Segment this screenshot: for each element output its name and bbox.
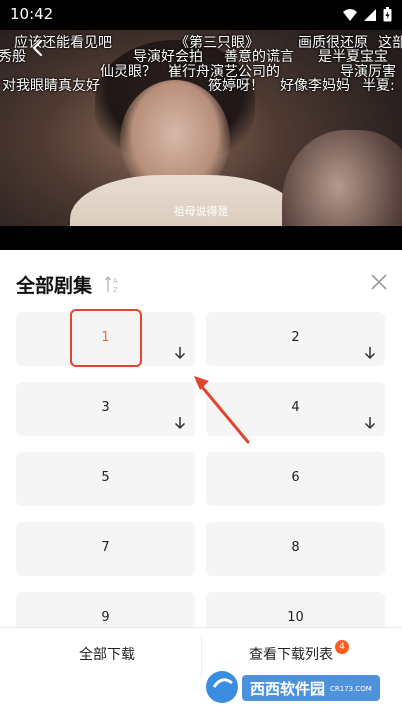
episode-cell[interactable]: 7 [16, 522, 195, 576]
video-bottom-bar [0, 226, 402, 250]
danmaku-item: 对我眼睛真友好 [2, 78, 100, 94]
status-bar: 10:42 [0, 0, 402, 30]
episode-number: 2 [291, 330, 300, 345]
annotation-highlight-box [70, 309, 142, 367]
back-arrow-icon[interactable] [28, 38, 48, 58]
episode-number: 6 [291, 470, 300, 485]
episode-number: 3 [101, 400, 110, 415]
episode-cell[interactable]: 3 [16, 382, 195, 436]
episode-number: 8 [291, 540, 300, 555]
episode-number: 7 [101, 540, 110, 555]
danmaku-item: 半夏: [362, 78, 395, 94]
status-icons [343, 7, 392, 22]
episode-cell[interactable]: 6 [206, 452, 385, 506]
watermark-subtext: CR173.COM [330, 685, 372, 693]
svg-text:Z: Z [113, 286, 118, 294]
danmaku-item: 秀般 [0, 49, 26, 65]
download-icon[interactable] [364, 416, 376, 430]
download-icon[interactable] [364, 346, 376, 360]
episode-cell[interactable]: 2 [206, 312, 385, 366]
danmaku-item: 好像李妈妈 [280, 78, 350, 94]
episode-number: 5 [101, 470, 110, 485]
status-time: 10:42 [10, 5, 54, 23]
close-icon[interactable] [370, 273, 388, 291]
sheet-title: 全部剧集 [16, 275, 93, 297]
view-download-list-button[interactable]: 查看下载列表 [249, 644, 333, 664]
video-subtitle: 祖母说得是 [173, 205, 229, 218]
video-player[interactable]: 应该还能看见吧 《第三只眼》 画质很还原 这部 秀般 导演好会拍 善意的谎言 是… [0, 0, 402, 250]
svg-text:A: A [113, 277, 118, 285]
episode-cell[interactable]: 5 [16, 452, 195, 506]
danmaku-item: 仙灵眼？ [100, 64, 156, 80]
annotation-arrow-icon [194, 376, 250, 444]
sort-icon[interactable]: A Z [104, 274, 122, 294]
wifi-icon [343, 8, 357, 21]
download-icon[interactable] [174, 346, 186, 360]
signal-icon [364, 8, 376, 21]
episode-cell[interactable]: 8 [206, 522, 385, 576]
watermark-logo: 西西软件园 CR173.COM [206, 671, 380, 703]
episode-number: 10 [287, 610, 304, 625]
battery-icon [383, 7, 392, 22]
download-count-badge: 4 [335, 640, 349, 654]
danmaku-item: 筱婷呀！ [208, 78, 264, 94]
download-all-button[interactable]: 全部下载 [79, 644, 135, 664]
episode-number: 9 [101, 610, 110, 625]
watermark-text: 西西软件园 [250, 680, 325, 698]
